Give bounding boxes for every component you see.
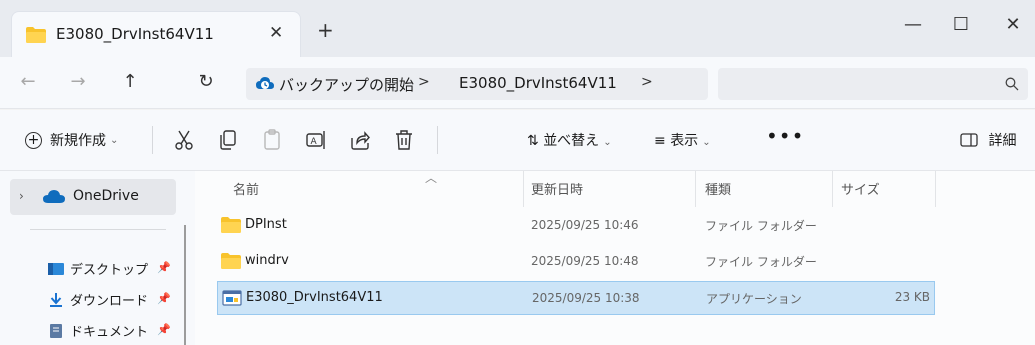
breadcrumb-current-folder[interactable]: E3080_DrvInst64V11 — [459, 74, 617, 92]
tab-current[interactable]: E3080_DrvInst64V11 ✕ — [11, 11, 301, 57]
file-type: ファイル フォルダー — [705, 219, 817, 233]
new-label: 新規作成 — [50, 133, 106, 149]
breadcrumb-separator[interactable]: > — [418, 74, 430, 90]
address-row: ← → ↑ ↻ バックアップの開始 > E3080_DrvInst64V11 > — [0, 57, 1035, 109]
divider — [437, 126, 438, 154]
pin-icon: 📌 — [157, 261, 171, 274]
paste-icon[interactable] — [260, 128, 284, 152]
breadcrumb-separator[interactable]: > — [641, 74, 653, 90]
pin-icon: 📌 — [157, 323, 171, 336]
back-button[interactable]: ← — [13, 71, 43, 93]
application-icon — [222, 290, 242, 306]
sort-label: 並べ替え — [543, 133, 600, 149]
tab-title: E3080_DrvInst64V11 — [56, 25, 214, 43]
cut-icon[interactable] — [172, 128, 196, 152]
column-separator[interactable] — [832, 171, 833, 207]
search-input[interactable] — [718, 68, 1028, 100]
sidebar-item-label: ダウンロード — [70, 294, 149, 309]
desktop-icon — [48, 263, 64, 275]
tab-close-button[interactable]: ✕ — [269, 23, 283, 43]
copy-icon[interactable] — [216, 128, 240, 152]
file-date: 2025/09/25 10:48 — [531, 254, 639, 268]
forward-button[interactable]: → — [63, 71, 93, 93]
sidebar-item-label: OneDrive — [73, 188, 139, 204]
file-date: 2025/09/25 10:38 — [532, 291, 640, 305]
close-button[interactable]: ✕ — [995, 10, 1031, 40]
folder-icon — [26, 27, 46, 43]
rename-icon[interactable]: A — [304, 128, 328, 152]
folder-icon — [221, 217, 241, 233]
details-label: 詳細 — [988, 133, 1017, 149]
refresh-button[interactable]: ↻ — [191, 71, 221, 93]
table-row[interactable]: E3080_DrvInst64V11 2025/09/25 10:38 アプリケ… — [217, 281, 935, 315]
up-button[interactable]: ↑ — [115, 71, 145, 93]
table-row[interactable]: windrv 2025/09/25 10:48 ファイル フォルダー — [217, 245, 935, 279]
svg-text:A: A — [311, 137, 318, 147]
view-label: 表示 — [670, 133, 699, 149]
search-icon — [1005, 77, 1019, 91]
column-separator[interactable] — [523, 171, 524, 207]
breadcrumb-backup[interactable]: バックアップの開始 — [279, 74, 414, 95]
command-bar: + 新規作成 ⌄ A ⇅ 並べ替え ⌄ ≡ 表示 ⌄ ••• 詳細 — [0, 110, 1035, 171]
file-type: アプリケーション — [706, 292, 802, 306]
sidebar-item-label: デスクトップ — [70, 263, 149, 278]
address-bar[interactable]: バックアップの開始 > E3080_DrvInst64V11 > — [246, 68, 708, 100]
share-icon[interactable] — [348, 128, 372, 152]
file-name: windrv — [245, 253, 289, 268]
new-button[interactable]: + 新規作成 ⌄ — [25, 130, 118, 150]
backup-icon — [256, 77, 274, 89]
title-bar: E3080_DrvInst64V11 ✕ + — ☐ ✕ — [0, 0, 1035, 57]
file-name: E3080_DrvInst64V11 — [246, 290, 383, 305]
file-date: 2025/09/25 10:46 — [531, 218, 639, 232]
pin-icon: 📌 — [157, 292, 171, 305]
new-tab-button[interactable]: + — [317, 20, 334, 40]
view-button[interactable]: ≡ 表示 ⌄ — [654, 130, 711, 150]
document-icon — [50, 324, 62, 338]
download-icon — [50, 293, 62, 307]
table-row[interactable]: DPInst 2025/09/25 10:46 ファイル フォルダー — [217, 209, 935, 243]
sort-ascending-icon: ︿ — [425, 171, 438, 185]
chevron-down-icon: ⌄ — [603, 137, 612, 148]
scrollbar[interactable] — [184, 225, 186, 345]
delete-icon[interactable] — [392, 128, 416, 152]
plus-icon: + — [25, 131, 42, 149]
cloud-icon — [43, 190, 65, 203]
file-name: DPInst — [245, 217, 287, 232]
file-size: 23 KB — [894, 290, 930, 304]
sidebar-item-onedrive[interactable]: › OneDrive — [10, 179, 176, 215]
details-pane-button[interactable]: 詳細 — [960, 130, 1016, 150]
view-icon: ≡ — [654, 133, 666, 149]
column-separator[interactable] — [695, 171, 696, 207]
maximize-button[interactable]: ☐ — [943, 10, 979, 40]
details-pane-icon — [960, 133, 978, 147]
chevron-right-icon: › — [19, 189, 24, 203]
folder-icon — [221, 253, 241, 269]
chevron-down-icon: ⌄ — [702, 137, 711, 148]
file-list: ︿ 名前 更新日時 種類 サイズ DPInst 2025/09/25 10:46… — [195, 171, 1035, 345]
divider — [152, 126, 153, 154]
sort-button[interactable]: ⇅ 並べ替え ⌄ — [527, 130, 612, 150]
more-options-button[interactable]: ••• — [766, 124, 804, 148]
sort-icon: ⇅ — [527, 133, 539, 149]
column-separator[interactable] — [935, 171, 936, 207]
file-type: ファイル フォルダー — [705, 255, 817, 269]
divider — [30, 229, 166, 230]
navigation-pane: › OneDrive デスクトップ 📌 ダウンロード 📌 ドキュメント 📌 — [0, 171, 195, 345]
sidebar-item-label: ドキュメント — [70, 325, 149, 340]
minimize-button[interactable]: — — [895, 10, 931, 40]
chevron-down-icon: ⌄ — [110, 134, 119, 146]
